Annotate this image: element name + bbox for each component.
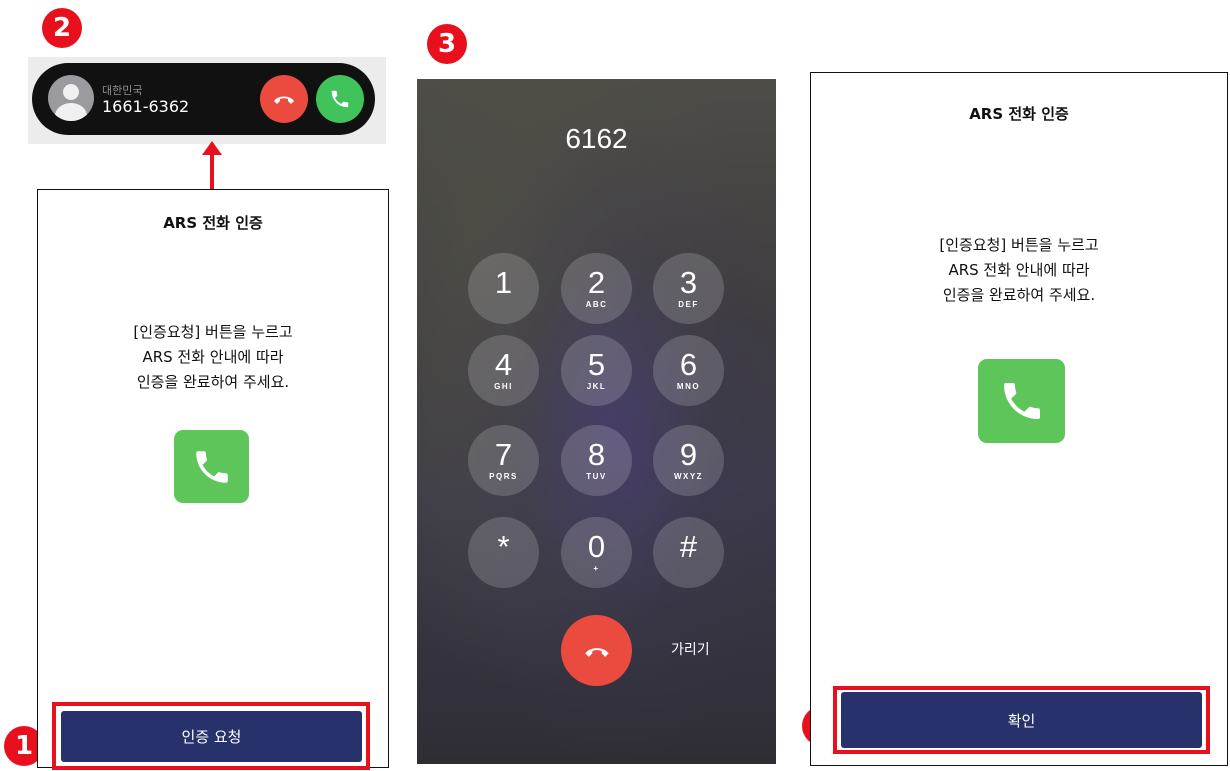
request-verification-button[interactable]: 인증 요청 [61, 711, 362, 762]
ars-panel-request: ARS 전화 인증 [인증요청] 버튼을 누르고 ARS 전화 안내에 따라 인… [37, 189, 389, 768]
key-3[interactable]: 3 DEF [653, 253, 724, 324]
accept-call-button[interactable] [316, 75, 364, 123]
key-7[interactable]: 7 PQRS [468, 425, 539, 496]
key-4[interactable]: 4 GHI [468, 335, 539, 406]
key-star[interactable]: * [468, 517, 539, 588]
step-badge-3: 3 [427, 24, 467, 64]
caller-country: 대한민국 [102, 84, 143, 97]
phone-hangup-icon [274, 96, 294, 104]
arrow-line [210, 150, 214, 190]
key-2[interactable]: 2 ABC [561, 253, 632, 324]
step-badge-2: 2 [42, 8, 82, 48]
key-1[interactable]: 1 [468, 253, 539, 324]
phone-hangup-icon [584, 647, 609, 657]
hide-keypad-button[interactable]: 가리기 [671, 639, 710, 659]
decline-call-button[interactable] [260, 75, 308, 123]
instruction-text: [인증요청] 버튼을 누르고 ARS 전화 안내에 따라 인증을 완료하여 주세… [133, 323, 293, 391]
key-6[interactable]: 6 MNO [653, 335, 724, 406]
phone-icon [331, 90, 349, 108]
key-0[interactable]: 0 + [561, 517, 632, 588]
ars-panel-confirm: ARS 전화 인증 [인증요청] 버튼을 누르고 ARS 전화 안내에 따라 인… [810, 72, 1228, 766]
key-8[interactable]: 8 TUV [561, 425, 632, 496]
phone-app-icon [174, 430, 249, 503]
instruction-text: [인증요청] 버튼을 누르고 ARS 전화 안내에 따라 인증을 완료하여 주세… [939, 236, 1099, 304]
incoming-call-banner: 대한민국 1661-6362 [32, 63, 375, 135]
key-9[interactable]: 9 WXYZ [653, 425, 724, 496]
key-hash[interactable]: # [653, 517, 724, 588]
phone-keypad-screen: 6162 1 2 ABC 3 DEF 4 GHI 5 JKL 6 MNO 7 PQRS 8T… [417, 79, 776, 764]
arrow-up-icon [202, 141, 222, 155]
end-call-button[interactable] [561, 615, 632, 686]
caller-number: 1661-6362 [102, 97, 190, 116]
phone-app-icon [978, 359, 1065, 443]
key-5[interactable]: 5 JKL [561, 335, 632, 406]
avatar [48, 75, 94, 121]
incoming-call-screenshot: 대한민국 1661-6362 [28, 57, 386, 144]
dialed-number: 6162 [565, 123, 628, 154]
confirm-button[interactable]: 확인 [841, 692, 1202, 748]
panel-title: ARS 전화 인증 [969, 105, 1069, 123]
panel-title: ARS 전화 인증 [163, 214, 263, 232]
